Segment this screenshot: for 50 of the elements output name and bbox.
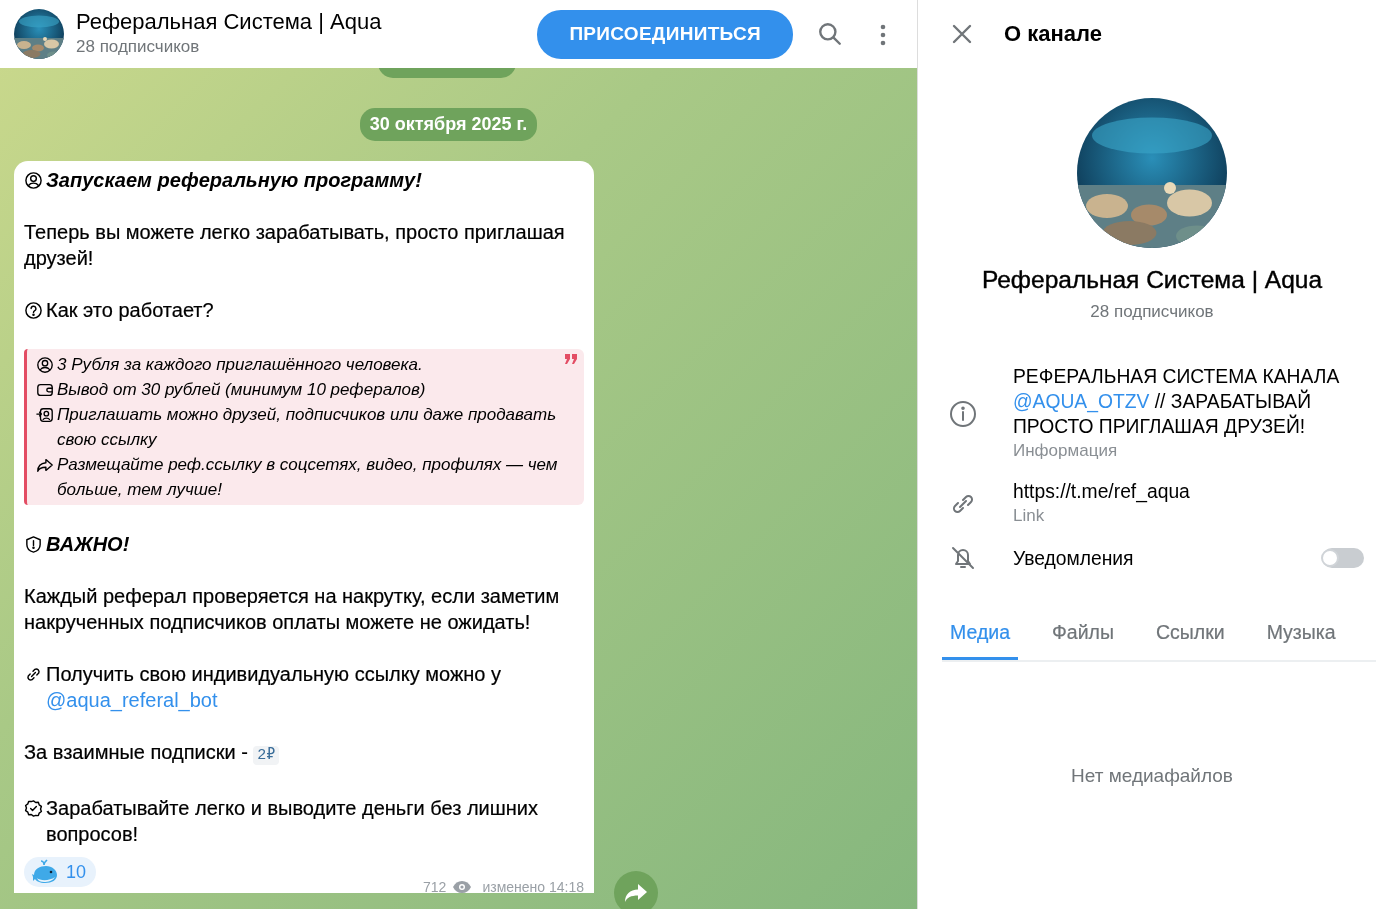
subscriber-count: 28 подписчиков — [1089, 300, 1215, 323]
join-button[interactable]: ПРИСОЕДИНИТЬСЯ — [537, 9, 793, 59]
quote-text: Вывод от 30 рублей (минимум 10 рефералов) — [57, 379, 426, 401]
channel-name: Реферальная Система | Aqua — [980, 265, 1324, 295]
wallet-icon — [36, 381, 54, 399]
view-count: 712 — [423, 879, 447, 895]
forward-button[interactable] — [614, 871, 658, 909]
message-text: Как это работает? — [46, 298, 214, 323]
quote-text: Приглашать можно друзей, подписчиков или даже продавать свою ссылку — [57, 404, 558, 451]
quote-text: Размещайте реф.ссылку в соцсетях, видео, профилях — чем больше, тем лучше! — [57, 454, 559, 501]
shield-icon — [24, 535, 43, 554]
check-badge-icon — [24, 799, 43, 818]
channel-title: Реферальная Система | Aqua — [76, 8, 382, 34]
notifications-label: Уведомления — [1013, 546, 1134, 571]
subscriber-count: 28 подписчиков — [76, 35, 201, 58]
whale-icon — [32, 859, 60, 885]
empty-state-text: Нет медиафайлов — [1070, 763, 1234, 788]
quote-icon — [564, 353, 578, 365]
message-text: ВАЖНО! — [46, 532, 130, 557]
message-text: За взаимные подписки - 2₽ — [24, 739, 280, 769]
media-tab[interactable]: Файлы — [1044, 610, 1122, 660]
edited-time: изменено 14:18 — [482, 879, 584, 895]
field-caption: Информация — [1013, 440, 1119, 463]
panel-title: О канале — [1004, 19, 1102, 48]
media-tab[interactable]: Медиа — [942, 610, 1018, 660]
share-arrow-icon — [624, 883, 648, 903]
invite-link[interactable]: https://t.me/ref_aqua — [1013, 479, 1190, 505]
bot-link[interactable]: @aqua_referal_bot — [46, 689, 218, 711]
reaction-count: 10 — [66, 861, 87, 884]
contact-icon — [36, 406, 54, 424]
message-text: Получить свою индивидуальную ссылку можно у @aqua_referal_bot — [46, 662, 502, 713]
link-icon — [24, 665, 43, 684]
user-circle-icon — [36, 356, 54, 374]
media-tab[interactable]: Музыка — [1258, 610, 1344, 660]
message-text: Каждый реферал проверяется на накрутку, если заметим накрученных подписчиков оплаты можете не ожидать! — [24, 584, 561, 635]
quote-text: 3 Рубля за каждого приглашённого человека. — [57, 354, 423, 376]
message-text: Теперь вы можете легко зарабатывать, просто приглашая друзей! — [24, 220, 566, 271]
field-caption: Link — [1013, 505, 1046, 528]
info-icon — [949, 399, 977, 428]
code-text: 2₽ — [253, 746, 280, 765]
reaction-chip[interactable]: 10 — [24, 857, 97, 887]
notifications-toggle[interactable] — [1322, 548, 1364, 569]
share-arrow-icon — [36, 456, 54, 474]
media-tab[interactable]: Ссылки — [1147, 610, 1233, 660]
message-text: Зарабатывайте легко и выводите деньги без лишних вопросов! — [46, 796, 539, 847]
question-icon — [24, 301, 43, 320]
message-text: Запускаем реферальную программу! — [46, 168, 422, 193]
description-text: РЕФЕРАЛЬНАЯ СИСТЕМА КАНАЛА @AQUA_OTZV // ЗАРАБАТЫВАЙ ПРОСТО ПРИГЛАШАЯ ДРУЗЕЙ! — [1013, 365, 1341, 440]
date-pill: 30 октября 2025 г. — [359, 108, 538, 141]
channel-link[interactable]: @AQUA_OTZV — [1013, 391, 1150, 413]
